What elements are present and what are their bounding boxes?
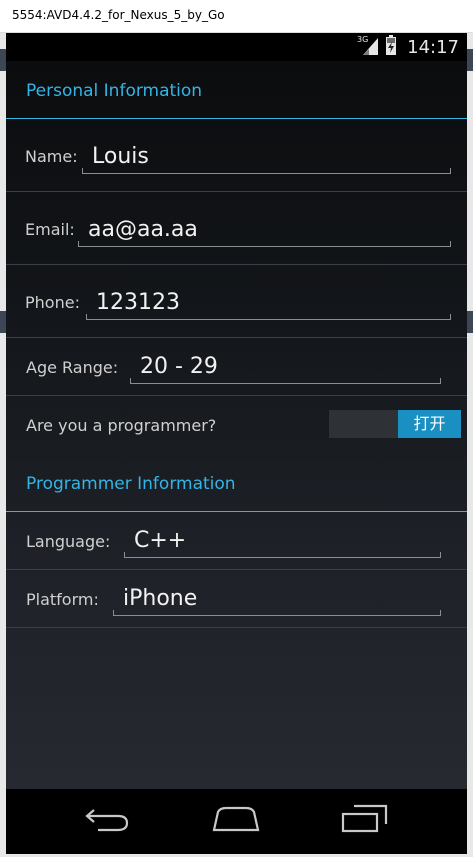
back-button[interactable] xyxy=(80,803,136,839)
home-button[interactable] xyxy=(208,803,264,839)
email-row: Email: aa@aa.aa xyxy=(6,192,467,265)
home-icon xyxy=(210,804,262,838)
name-row: Name: Louis xyxy=(6,119,467,192)
field-underline xyxy=(82,168,451,174)
language-value: C++ xyxy=(134,528,187,553)
status-icons: 3G 14:17 xyxy=(357,35,459,59)
field-underline xyxy=(113,610,441,616)
platform-row: Platform: iPhone xyxy=(6,570,467,628)
language-row: Language: C++ xyxy=(6,512,467,570)
field-underline xyxy=(124,552,441,558)
navigation-bar xyxy=(6,789,467,854)
age-range-label: Age Range: xyxy=(26,358,119,377)
window-title: 5554:AVD4.4.2_for_Nexus_5_by_Go xyxy=(12,8,225,22)
name-label: Name: xyxy=(25,147,78,166)
platform-label: Platform: xyxy=(26,590,99,609)
field-underline xyxy=(86,314,451,320)
battery-icon xyxy=(385,34,397,60)
programmer-label: Are you a programmer? xyxy=(26,416,217,435)
device-screen: 3G 14:17 Personal Information Name: Loui… xyxy=(6,33,467,854)
settings-content: Personal Information Name: Louis Email: … xyxy=(6,61,467,789)
field-underline xyxy=(130,378,441,384)
frame-marker xyxy=(467,49,473,71)
recents-icon xyxy=(340,804,388,838)
email-value: aa@aa.aa xyxy=(88,217,198,242)
right-frame xyxy=(467,33,473,854)
status-time: 14:17 xyxy=(407,36,459,58)
section-title: Personal Information xyxy=(26,81,203,101)
svg-text:3G: 3G xyxy=(357,35,368,44)
frame-marker xyxy=(467,311,473,333)
phone-row: Phone: 123123 xyxy=(6,265,467,338)
phone-value: 123123 xyxy=(96,290,180,315)
field-underline xyxy=(78,241,451,247)
platform-value: iPhone xyxy=(123,586,198,611)
programmer-toggle[interactable]: 打开 xyxy=(329,410,461,438)
phone-field[interactable]: 123123 xyxy=(86,290,451,320)
platform-spinner[interactable]: iPhone xyxy=(113,586,441,616)
toggle-on-thumb: 打开 xyxy=(398,410,461,438)
section-header-programmer: Programmer Information xyxy=(6,454,467,512)
age-range-value: 20 - 29 xyxy=(140,354,218,379)
back-icon xyxy=(84,804,132,838)
section-header-personal: Personal Information xyxy=(6,61,467,119)
name-value: Louis xyxy=(92,144,149,169)
age-range-spinner[interactable]: 20 - 29 xyxy=(130,354,441,384)
language-label: Language: xyxy=(26,532,111,551)
email-label: Email: xyxy=(25,220,75,239)
name-field[interactable]: Louis xyxy=(82,144,451,174)
language-spinner[interactable]: C++ xyxy=(124,528,441,558)
status-bar: 3G 14:17 xyxy=(6,33,467,61)
section-title: Programmer Information xyxy=(26,474,236,494)
recents-button[interactable] xyxy=(336,803,392,839)
emulator-window: 5554:AVD4.4.2_for_Nexus_5_by_Go 3G 14:17… xyxy=(0,0,473,857)
email-field[interactable]: aa@aa.aa xyxy=(78,217,451,247)
phone-label: Phone: xyxy=(25,293,80,312)
window-title-bar: 5554:AVD4.4.2_for_Nexus_5_by_Go xyxy=(0,0,473,33)
programmer-row: Are you a programmer? 打开 xyxy=(6,396,467,454)
age-range-row: Age Range: 20 - 29 xyxy=(6,338,467,396)
signal-3g-icon: 3G xyxy=(357,34,379,60)
